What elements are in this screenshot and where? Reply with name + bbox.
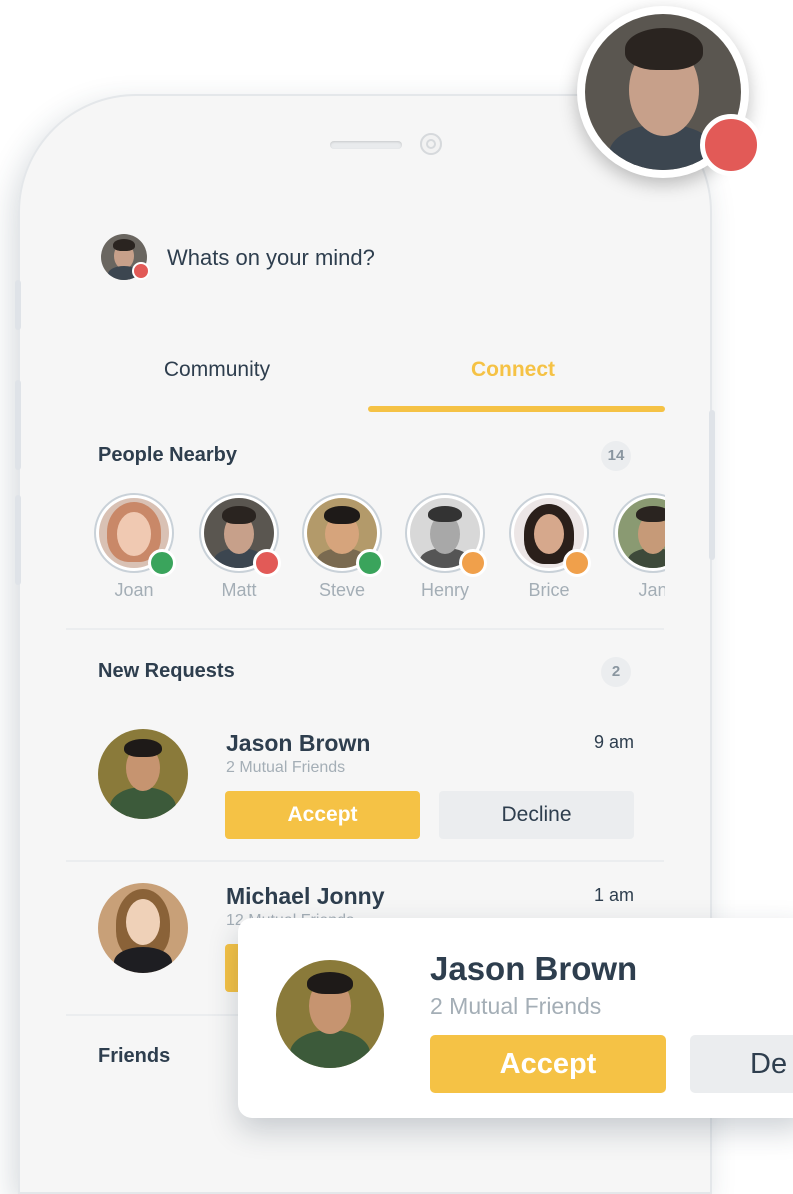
- nearby-person-name: Jan: [638, 580, 665, 600]
- section-title-new-requests: New Requests: [98, 660, 235, 682]
- nearby-person-name: Steve: [318, 580, 366, 600]
- card-name: Jason Brown: [430, 950, 638, 987]
- decline-button[interactable]: Decline: [439, 791, 634, 839]
- avatar: [618, 498, 665, 568]
- status-dot: [700, 114, 762, 176]
- status-dot-online: [356, 549, 384, 577]
- divider: [66, 860, 664, 862]
- avatar[interactable]: [98, 729, 188, 819]
- accept-button[interactable]: Accept: [225, 791, 420, 839]
- nearby-person-name: Brice: [528, 580, 570, 600]
- status-dot-away: [459, 549, 487, 577]
- card-decline-button[interactable]: De: [690, 1035, 793, 1093]
- card-accept-button[interactable]: Accept: [430, 1035, 666, 1093]
- status-dot-away: [563, 549, 591, 577]
- phone-side-button: [709, 410, 715, 560]
- status-dot-online: [148, 549, 176, 577]
- avatar[interactable]: [276, 960, 384, 1068]
- people-nearby-list: Joan Matt Steve Henry Brice Jan: [0, 0, 665, 620]
- request-time: 9 am: [593, 732, 634, 752]
- nearby-person-name: Joan: [114, 580, 154, 600]
- divider: [66, 628, 664, 630]
- request-name: Michael Jonny: [226, 883, 385, 909]
- request-name: Jason Brown: [226, 730, 371, 756]
- request-mutual-friends: 2 Mutual Friends: [226, 759, 346, 776]
- avatar[interactable]: [98, 883, 188, 973]
- nearby-person-name: Matt: [221, 580, 257, 600]
- nearby-person-name: Henry: [420, 580, 469, 600]
- status-dot-busy: [253, 549, 281, 577]
- count-badge: 2: [601, 657, 631, 687]
- friend-request-card-popup: Jason Brown 2 Mutual Friends Accept De: [238, 918, 793, 1118]
- section-title-friends: Friends: [98, 1045, 171, 1067]
- card-mutual-friends: 2 Mutual Friends: [430, 993, 602, 1019]
- request-time: 1 am: [593, 885, 634, 905]
